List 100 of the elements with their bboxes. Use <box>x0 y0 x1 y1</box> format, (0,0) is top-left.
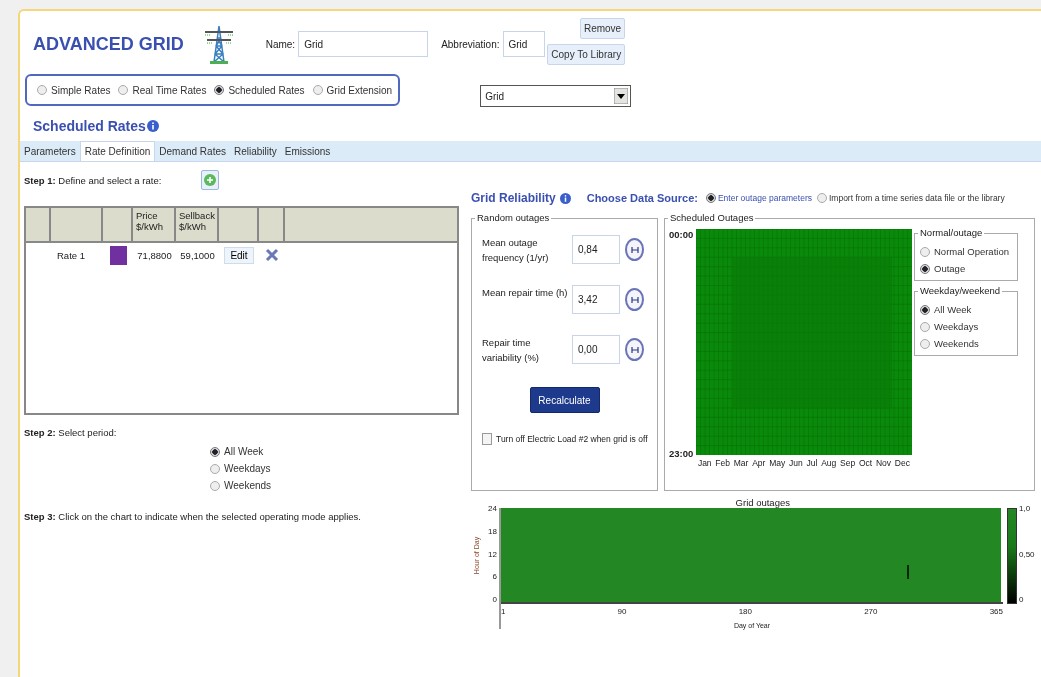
tick-label: 18 <box>487 526 497 536</box>
radio-dot[interactable] <box>214 85 225 95</box>
number-field[interactable]: 3,42 <box>572 285 620 314</box>
tick-label: 24 <box>487 504 497 513</box>
toolbar-button[interactable]: Copy To Library <box>547 44 626 65</box>
radio-dot[interactable] <box>312 85 323 95</box>
tick-label: 6 <box>491 572 497 582</box>
data-source-label: Choose Data Source: <box>586 192 698 204</box>
radio-dot[interactable] <box>920 304 930 315</box>
tick-label: 90 <box>617 607 627 616</box>
step-instruction: Step 2: Select period: <box>24 427 117 438</box>
tick-label: 0 <box>1019 595 1025 604</box>
month-label: Jan <box>697 458 712 468</box>
month-label: Feb <box>715 458 730 468</box>
tick-label: 12 <box>487 549 497 559</box>
toolbar-button[interactable]: Remove <box>579 18 626 39</box>
name-label: Name: <box>265 38 296 50</box>
hour-label: 00:00 <box>669 229 695 240</box>
tick-label: 180 <box>738 607 752 616</box>
period-radio[interactable]: All Week <box>920 304 1017 315</box>
tick-label: 270 <box>864 607 878 616</box>
month-label: Nov <box>875 458 892 468</box>
grid-off-checkbox[interactable]: Turn off Electric Load #2 when grid is off <box>482 433 657 445</box>
tick-label: 1 <box>501 607 506 616</box>
panel-legend: Weekday/weekend <box>918 285 1003 297</box>
delete-icon[interactable] <box>265 248 279 262</box>
rate-name: Rate 1 <box>57 249 85 261</box>
section-title: Scheduled Rates <box>33 118 146 134</box>
radio-dot[interactable] <box>816 193 827 203</box>
sensitivity-button[interactable] <box>625 338 644 361</box>
edit-button[interactable]: Edit <box>224 246 254 264</box>
field-label: Mean outage frequency (1/yr) <box>482 236 550 265</box>
month-label: Oct <box>858 458 873 468</box>
panel-legend: Random outages <box>475 212 552 224</box>
radio-dot[interactable] <box>210 446 220 457</box>
abbreviation-label: Abbreviation: <box>441 38 500 50</box>
tick-label: 365 <box>989 607 1003 616</box>
radio-dot[interactable] <box>920 338 930 349</box>
name-field[interactable]: Grid <box>298 31 429 57</box>
number-field[interactable]: 0,00 <box>572 335 620 364</box>
month-label: Apr <box>752 458 766 468</box>
page-title: ADVANCED GRID <box>33 33 184 55</box>
number-field[interactable]: 0,84 <box>572 235 620 264</box>
month-label: Aug <box>821 458 837 468</box>
tick-label: 0 <box>491 595 497 604</box>
rate-type-radio[interactable]: Real Time Rates <box>118 84 207 96</box>
hour-label: 23:00 <box>669 448 695 459</box>
field-label: Mean repair time (h) <box>482 286 569 300</box>
sensitivity-button[interactable] <box>625 238 644 261</box>
radio-dot[interactable] <box>920 246 930 257</box>
abbreviation-field[interactable]: Grid <box>502 31 545 57</box>
radio-dot[interactable] <box>210 480 220 491</box>
library-dropdown[interactable]: Grid <box>480 85 632 107</box>
rate-type-radio[interactable]: Scheduled Rates <box>214 84 305 96</box>
info-icon[interactable] <box>146 120 159 132</box>
column-header: Price $/kWh <box>133 208 176 241</box>
reliability-title: Grid Reliability <box>471 191 556 205</box>
tick-label: 0,50 <box>1019 549 1035 559</box>
month-label: Jul <box>806 458 818 468</box>
info-icon[interactable] <box>559 192 571 204</box>
period-radio[interactable]: Weekends <box>920 338 1017 349</box>
rate-color-swatch[interactable] <box>109 245 127 265</box>
radio-dot[interactable] <box>920 263 930 274</box>
column-header: Sellback $/kWh <box>176 208 219 241</box>
period-radio[interactable]: Weekdays <box>210 463 271 474</box>
tick-label: 1,0 <box>1019 504 1032 513</box>
radio-dot[interactable] <box>920 321 930 332</box>
sellback-cell: 59,1000 <box>180 249 215 261</box>
step-instruction: Step 3: Click on the chart to indicate when the selected operating mode applies. <box>24 511 361 522</box>
panel-legend: Scheduled Outages <box>668 212 756 224</box>
radio-dot[interactable] <box>118 85 129 95</box>
data-source-radio[interactable]: Import from a time series data file or the library <box>816 193 1005 203</box>
chart-title: Grid outages <box>735 497 790 508</box>
step-instruction: Step 1: Define and select a rate: <box>24 174 162 186</box>
panel-legend: Normal/outage <box>918 227 985 239</box>
rate-type-radio[interactable]: Grid Extension <box>312 84 393 96</box>
rate-type-radio[interactable]: Simple Rates <box>37 84 111 96</box>
price-cell: 71,8800 <box>137 249 172 261</box>
data-source-radio[interactable]: Enter outage parameters <box>705 193 812 203</box>
period-radio[interactable]: Weekends <box>210 480 272 491</box>
period-radio[interactable]: All Week <box>210 446 264 457</box>
tab[interactable]: Demand Rates <box>155 142 230 161</box>
radio-dot[interactable] <box>705 193 716 203</box>
radio-dot[interactable] <box>37 85 47 95</box>
mode-radio[interactable]: Outage <box>920 263 1017 274</box>
radio-dot[interactable] <box>210 463 220 474</box>
month-label: Mar <box>733 458 749 468</box>
recalculate-button[interactable]: Recalculate <box>529 387 600 413</box>
period-radio[interactable]: Weekdays <box>920 321 1017 332</box>
sensitivity-button[interactable] <box>625 288 644 311</box>
mode-radio[interactable]: Normal Operation <box>920 246 1017 257</box>
field-label: Repair time variability (%) <box>482 336 540 365</box>
month-label: Dec <box>894 458 910 468</box>
dropdown-arrow-icon <box>614 88 629 104</box>
tab[interactable]: Emissions <box>280 142 335 161</box>
tab[interactable]: Parameters <box>20 142 80 161</box>
tab[interactable]: Rate Definition <box>79 141 156 161</box>
tab[interactable]: Reliability <box>230 142 281 161</box>
add-rate-button[interactable] <box>201 170 220 190</box>
month-label: May <box>769 458 786 468</box>
